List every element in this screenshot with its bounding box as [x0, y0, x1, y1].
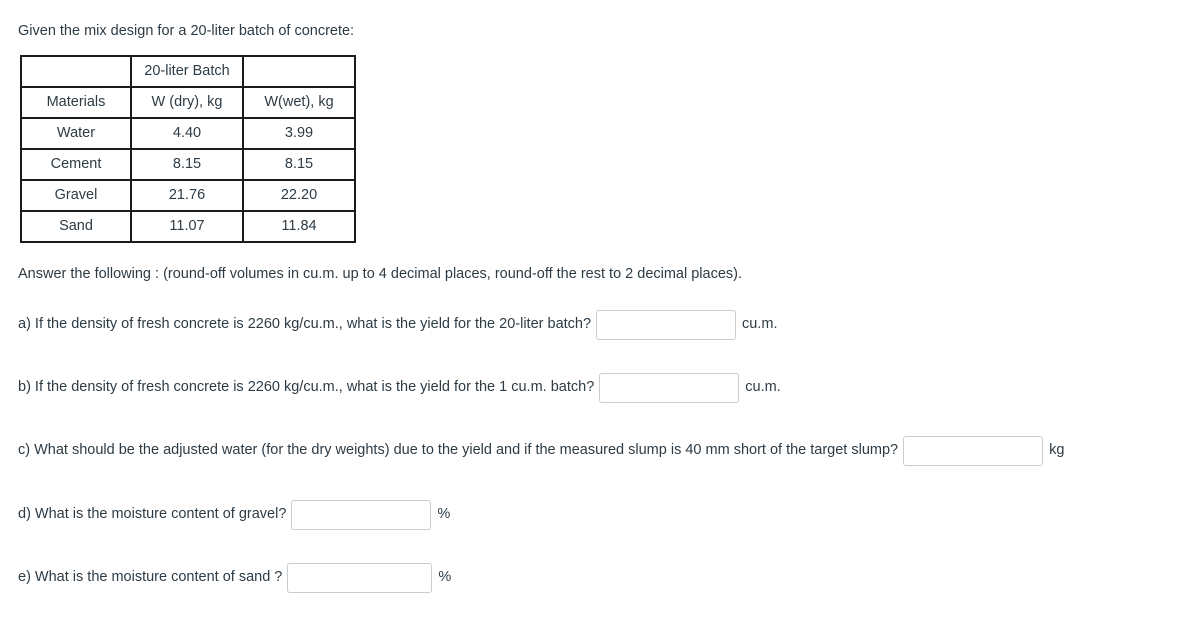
question-page: Given the mix design for a 20-liter batc… — [0, 0, 1192, 593]
unit-label-a: cu.m. — [742, 316, 778, 333]
answer-input-d[interactable] — [291, 499, 432, 530]
table-header-w-wet: W(wet), kg — [242, 85, 356, 119]
table-row-header-top: 20-liter Batch — [20, 54, 356, 88]
question-a-text: a) If the density of fresh concrete is 2… — [18, 316, 592, 333]
mix-design-table: 20-liter Batch Materials W (dry), kg W(w… — [20, 54, 356, 243]
table-cell-empty-topright — [242, 54, 356, 88]
question-d: d) What is the moisture content of grave… — [18, 499, 1192, 530]
table-cell-material: Water — [20, 116, 132, 150]
question-c: c) What should be the adjusted water (fo… — [18, 435, 1192, 466]
table-cell-material: Gravel — [20, 178, 132, 212]
table-cell-empty-topleft — [20, 54, 132, 88]
table-cell-dry: 8.15 — [130, 147, 244, 181]
table-cell-batch-title: 20-liter Batch — [130, 54, 244, 88]
answer-input-b[interactable] — [599, 372, 740, 403]
unit-label-b: cu.m. — [745, 379, 781, 396]
table-cell-wet: 8.15 — [242, 147, 356, 181]
table-row: Gravel 21.76 22.20 — [20, 178, 356, 212]
question-e-text: e) What is the moisture content of sand … — [18, 569, 283, 586]
table-cell-wet: 22.20 — [242, 178, 356, 212]
table-cell-dry: 21.76 — [130, 178, 244, 212]
table-cell-dry: 4.40 — [130, 116, 244, 150]
table-cell-material: Sand — [20, 209, 132, 243]
table-row: Cement 8.15 8.15 — [20, 147, 356, 181]
table-row: Water 4.40 3.99 — [20, 116, 356, 150]
question-d-text: d) What is the moisture content of grave… — [18, 506, 287, 523]
instructions-text: Answer the following : (round-off volume… — [18, 265, 743, 282]
table-row: Sand 11.07 11.84 — [20, 209, 356, 243]
table-cell-material: Cement — [20, 147, 132, 181]
table-cell-wet: 11.84 — [242, 209, 356, 243]
table-row-header-cols: Materials W (dry), kg W(wet), kg — [20, 85, 356, 119]
answer-input-c[interactable] — [903, 435, 1044, 466]
question-b: b) If the density of fresh concrete is 2… — [18, 372, 1192, 403]
unit-label-d: % — [437, 506, 451, 523]
unit-label-e: % — [438, 569, 452, 586]
table-cell-dry: 11.07 — [130, 209, 244, 243]
answer-input-e[interactable] — [287, 562, 433, 593]
question-e: e) What is the moisture content of sand … — [18, 562, 1192, 593]
table-header-w-dry: W (dry), kg — [130, 85, 244, 119]
table-header-materials: Materials — [20, 85, 132, 119]
answer-input-a[interactable] — [596, 309, 737, 340]
question-b-text: b) If the density of fresh concrete is 2… — [18, 379, 595, 396]
intro-text: Given the mix design for a 20-liter batc… — [18, 23, 355, 39]
question-c-text: c) What should be the adjusted water (fo… — [18, 442, 899, 459]
question-a: a) If the density of fresh concrete is 2… — [18, 309, 1192, 340]
unit-label-c: kg — [1049, 442, 1065, 459]
table-cell-wet: 3.99 — [242, 116, 356, 150]
